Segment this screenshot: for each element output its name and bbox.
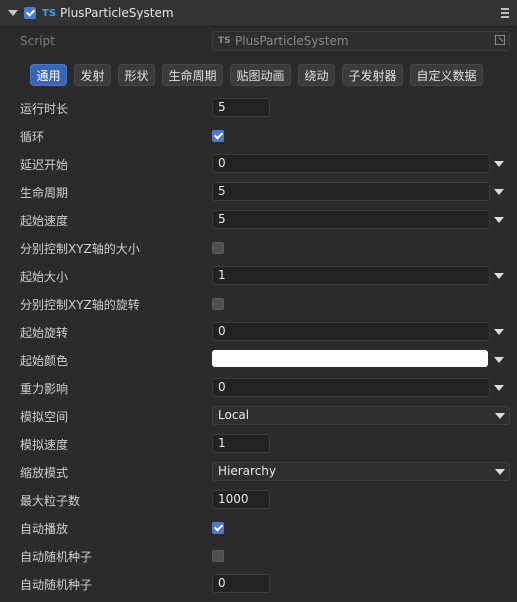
row-gravity-modifier: 重力影响 0	[0, 374, 517, 402]
tab-texture-animation[interactable]: 贴图动画	[230, 64, 291, 86]
start-speed-mode-arrow-icon[interactable]	[494, 217, 504, 223]
gravity-modifier-input[interactable]: 0	[212, 378, 490, 397]
row-start-color: 起始颜色	[0, 346, 517, 374]
simulation-space-select[interactable]: Local	[212, 406, 510, 425]
tab-shape[interactable]: 形状	[118, 64, 155, 86]
chevron-down-icon	[495, 413, 505, 419]
scaling-mode-label: 缩放模式	[20, 466, 69, 480]
looping-label: 循环	[20, 130, 45, 144]
row-start-size: 起始大小 1	[0, 262, 517, 290]
tab-sub-emitters[interactable]: 子发射器	[342, 64, 403, 86]
script-name: PlusParticleSystem	[235, 34, 349, 48]
start-lifetime-label: 生命周期	[20, 186, 69, 200]
start-size-mode-arrow-icon[interactable]	[494, 273, 504, 279]
duration-input[interactable]: 5	[212, 98, 270, 117]
chevron-down-icon	[495, 469, 505, 475]
row-duration: 运行时长 5	[0, 94, 517, 122]
row-simulation-space: 模拟空间 Local	[0, 402, 517, 430]
start-speed-input[interactable]: 5	[212, 210, 490, 229]
start-rotation-input[interactable]: 0	[212, 322, 490, 341]
row-play-on-awake: 自动播放	[0, 514, 517, 542]
script-typescript-icon: TS	[218, 36, 231, 46]
play-on-awake-checkbox[interactable]	[212, 522, 224, 534]
3d-start-rotation-checkbox[interactable]	[212, 298, 224, 310]
max-particles-label: 最大粒子数	[20, 494, 81, 508]
start-delay-input[interactable]: 0	[212, 154, 490, 173]
random-seed-input[interactable]: 0	[212, 574, 270, 593]
start-rotation-mode-arrow-icon[interactable]	[494, 329, 504, 335]
start-rotation-label: 起始旋转	[20, 326, 69, 340]
row-start-lifetime: 生命周期 5	[0, 178, 517, 206]
start-size-input[interactable]: 1	[212, 266, 490, 285]
looping-checkbox[interactable]	[212, 130, 224, 142]
simulation-space-label: 模拟空间	[20, 410, 69, 424]
row-random-seed: 自动随机种子 0	[0, 570, 517, 598]
script-label: Script	[20, 34, 55, 48]
3d-start-size-checkbox[interactable]	[212, 242, 224, 254]
start-delay-mode-arrow-icon[interactable]	[494, 161, 504, 167]
tab-noise[interactable]: 绕动	[298, 64, 335, 86]
start-speed-label: 起始速度	[20, 214, 69, 228]
random-seed-label: 自动随机种子	[20, 578, 93, 592]
script-field[interactable]: TS PlusParticleSystem	[212, 31, 510, 51]
tab-lifetime[interactable]: 生命周期	[162, 64, 223, 86]
row-start-delay: 延迟开始 0	[0, 150, 517, 178]
gravity-modifier-mode-arrow-icon[interactable]	[494, 385, 504, 391]
row-max-particles: 最大粒子数 1000	[0, 486, 517, 514]
gravity-modifier-label: 重力影响	[20, 382, 69, 396]
scaling-mode-value: Hierarchy	[218, 464, 277, 478]
collapse-arrow-icon[interactable]	[8, 10, 18, 16]
3d-start-size-label: 分别控制XYZ轴的大小	[20, 242, 140, 256]
tab-emission[interactable]: 发射	[74, 64, 111, 86]
row-3d-start-rotation: 分别控制XYZ轴的旋转	[0, 290, 517, 318]
row-simulation-speed: 模拟速度 1	[0, 430, 517, 458]
typescript-icon: TS	[42, 8, 57, 19]
start-size-label: 起始大小	[20, 270, 69, 284]
component-menu-icon[interactable]	[501, 8, 509, 18]
start-lifetime-mode-arrow-icon[interactable]	[494, 189, 504, 195]
simulation-speed-label: 模拟速度	[20, 438, 69, 452]
tab-custom-data[interactable]: 自定义数据	[410, 64, 483, 86]
component-enabled-checkbox[interactable]	[24, 7, 36, 19]
row-scaling-mode: 缩放模式 Hierarchy	[0, 458, 517, 486]
play-on-awake-label: 自动播放	[20, 522, 69, 536]
auto-random-seed-checkbox[interactable]	[212, 550, 224, 562]
component-header: TS PlusParticleSystem	[0, 0, 517, 27]
row-start-speed: 起始速度 5	[0, 206, 517, 234]
row-start-rotation: 起始旋转 0	[0, 318, 517, 346]
start-lifetime-input[interactable]: 5	[212, 182, 490, 201]
row-auto-random-seed: 自动随机种子	[0, 542, 517, 570]
simulation-space-value: Local	[218, 408, 250, 422]
component-title: PlusParticleSystem	[60, 6, 174, 20]
start-delay-label: 延迟开始	[20, 158, 69, 172]
duration-label: 运行时长	[20, 102, 69, 116]
3d-start-rotation-label: 分别控制XYZ轴的旋转	[20, 298, 140, 312]
start-color-swatch[interactable]	[212, 350, 488, 367]
auto-random-seed-label: 自动随机种子	[20, 550, 93, 564]
start-color-mode-arrow-icon[interactable]	[494, 357, 504, 363]
start-color-label: 起始颜色	[20, 354, 69, 368]
locate-script-icon[interactable]	[495, 35, 505, 45]
row-3d-start-size: 分别控制XYZ轴的大小	[0, 234, 517, 262]
row-looping: 循环	[0, 122, 517, 150]
max-particles-input[interactable]: 1000	[212, 490, 270, 509]
tab-general[interactable]: 通用	[30, 64, 67, 86]
simulation-speed-input[interactable]: 1	[212, 434, 270, 453]
inspector-panel: TS PlusParticleSystem Script TS PlusPart…	[0, 0, 517, 602]
scaling-mode-select[interactable]: Hierarchy	[212, 462, 510, 481]
